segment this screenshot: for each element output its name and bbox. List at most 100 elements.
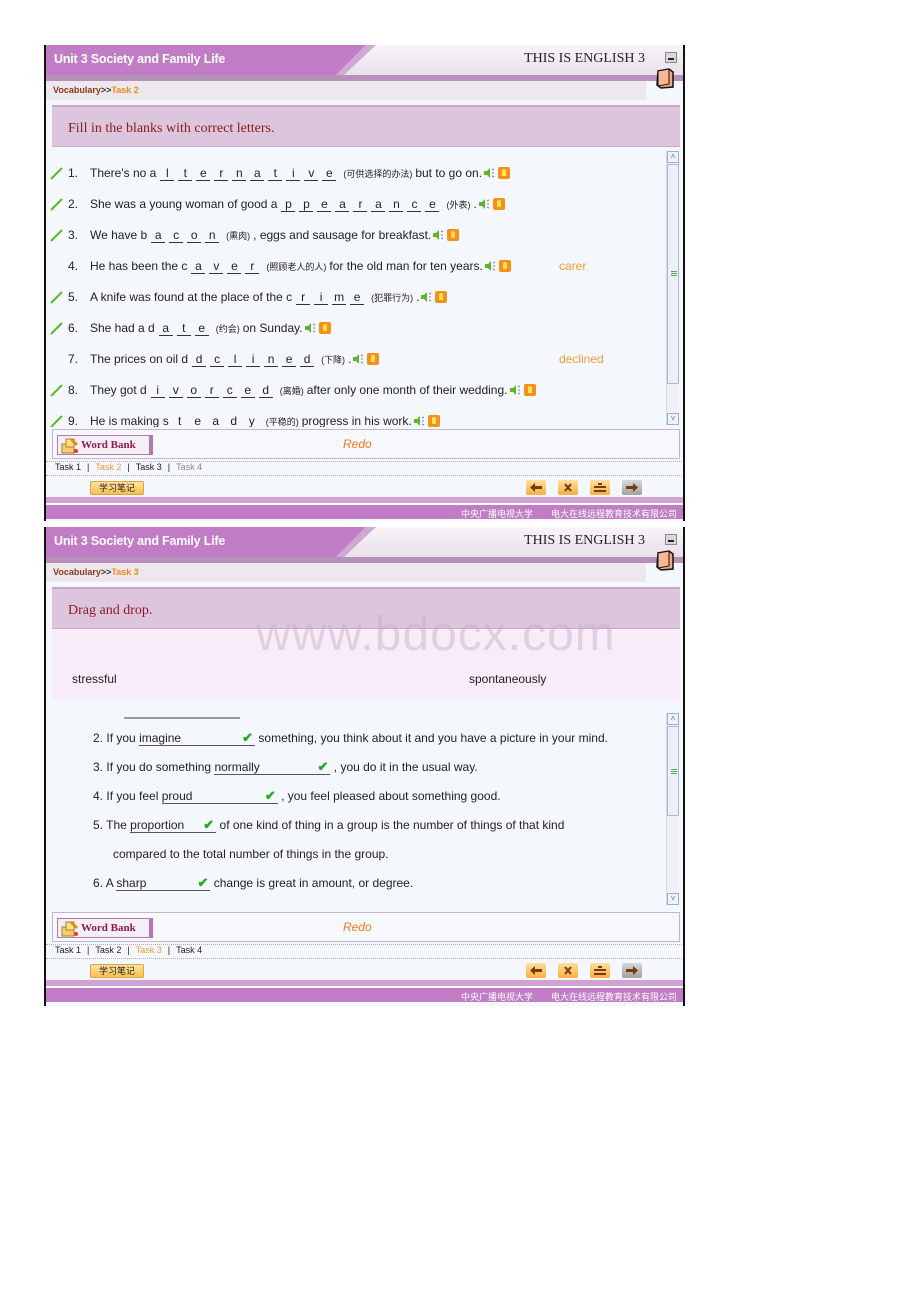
tab-task-2[interactable]: Task 2: [95, 945, 121, 955]
study-notes-button[interactable]: 学习笔记: [90, 964, 144, 978]
letter-blank[interactable]: o: [187, 228, 202, 243]
drop-slot[interactable]: proportion ✔: [130, 817, 217, 833]
hint-key-icon[interactable]: [318, 322, 331, 334]
letter-blank[interactable]: v: [209, 259, 224, 274]
letter-blank[interactable]: n: [205, 228, 220, 243]
letter-blank[interactable]: n: [389, 197, 404, 212]
letter-blank[interactable]: t: [268, 166, 283, 181]
letter-blank[interactable]: e: [317, 197, 332, 212]
tab-task-4[interactable]: Task 4: [176, 945, 202, 955]
letter-blank[interactable]: a: [158, 321, 173, 336]
hint-key-icon[interactable]: [427, 415, 440, 427]
redo-button[interactable]: Redo: [343, 437, 372, 451]
letter-blank[interactable]: a: [191, 259, 206, 274]
letter-blank[interactable]: n: [264, 352, 279, 367]
letter-blank[interactable]: e: [425, 197, 440, 212]
letter-blank[interactable]: m: [332, 290, 347, 305]
tab-task-1[interactable]: Task 1: [55, 462, 81, 472]
letter-blank[interactable]: t: [176, 321, 191, 336]
hint-key-icon[interactable]: [435, 291, 448, 303]
tab-task-3[interactable]: Task 3: [136, 462, 162, 472]
tab-task-1[interactable]: Task 1: [55, 945, 81, 955]
menu-button[interactable]: [590, 963, 610, 978]
letter-blank[interactable]: p: [281, 197, 296, 212]
scroll-up-button[interactable]: ˄: [667, 713, 679, 725]
speaker-icon[interactable]: [352, 353, 364, 365]
letter-blank[interactable]: e: [194, 321, 209, 336]
close-button[interactable]: [558, 480, 578, 495]
word-bank-button[interactable]: Word Bank: [57, 918, 153, 938]
draggable-word[interactable]: spontaneously: [469, 672, 546, 686]
letter-blank[interactable]: e: [282, 352, 297, 367]
letter-blank[interactable]: v: [304, 166, 319, 181]
scroll-thumb[interactable]: [667, 726, 679, 816]
next-button[interactable]: [622, 963, 642, 978]
letter-blank[interactable]: a: [209, 414, 223, 428]
letter-blank[interactable]: e: [350, 290, 365, 305]
redo-button[interactable]: Redo: [343, 920, 372, 934]
letter-blank[interactable]: e: [191, 414, 205, 428]
letter-blank[interactable]: e: [240, 383, 255, 398]
letter-blank[interactable]: i: [246, 352, 261, 367]
previous-button[interactable]: [526, 963, 546, 978]
drop-slot[interactable]: sharp ✔: [116, 875, 211, 891]
letter-blank[interactable]: o: [186, 383, 201, 398]
hint-key-icon[interactable]: [492, 198, 505, 210]
speaker-icon[interactable]: [483, 167, 495, 179]
vertical-scrollbar[interactable]: ˄ ˅: [666, 713, 679, 905]
letter-blank[interactable]: r: [296, 290, 311, 305]
word-bank-button[interactable]: Word Bank: [57, 435, 153, 455]
scroll-down-button[interactable]: ˅: [667, 413, 679, 425]
letter-blank[interactable]: c: [169, 228, 184, 243]
breadcrumb-section[interactable]: Vocabulary: [53, 85, 101, 95]
study-notes-button[interactable]: 学习笔记: [90, 481, 144, 495]
letter-blank[interactable]: v: [168, 383, 183, 398]
speaker-icon[interactable]: [432, 229, 444, 241]
letter-blank[interactable]: r: [245, 259, 260, 274]
letter-blank[interactable]: r: [353, 197, 368, 212]
letter-blank[interactable]: a: [371, 197, 386, 212]
letter-blank[interactable]: a: [335, 197, 350, 212]
letter-blank[interactable]: i: [150, 383, 165, 398]
letter-blank[interactable]: a: [250, 166, 265, 181]
letter-blank[interactable]: e: [322, 166, 337, 181]
menu-button[interactable]: [590, 480, 610, 495]
tab-task-2[interactable]: Task 2: [95, 462, 121, 472]
letter-blank[interactable]: c: [210, 352, 225, 367]
letter-blank[interactable]: t: [178, 166, 193, 181]
drop-slot[interactable]: normally ✔: [214, 759, 331, 775]
letter-blank[interactable]: d: [300, 352, 315, 367]
draggable-word[interactable]: stressful: [72, 672, 117, 686]
scroll-down-button[interactable]: ˅: [667, 893, 679, 905]
speaker-icon[interactable]: [420, 291, 432, 303]
next-button[interactable]: [622, 480, 642, 495]
speaker-icon[interactable]: [478, 198, 490, 210]
letter-blank[interactable]: t: [173, 414, 187, 428]
letter-blank[interactable]: i: [286, 166, 301, 181]
letter-blank[interactable]: r: [204, 383, 219, 398]
close-button[interactable]: [558, 963, 578, 978]
letter-blank[interactable]: i: [314, 290, 329, 305]
minimize-button[interactable]: [665, 52, 677, 63]
speaker-icon[interactable]: [484, 260, 496, 272]
letter-blank[interactable]: c: [407, 197, 422, 212]
folder-icon[interactable]: [655, 67, 675, 89]
hint-key-icon[interactable]: [367, 353, 380, 365]
drop-slot[interactable]: proud ✔: [161, 788, 278, 804]
hint-key-icon[interactable]: [447, 229, 460, 241]
minimize-button[interactable]: [665, 534, 677, 545]
scroll-up-button[interactable]: ˄: [667, 151, 679, 163]
letter-blank[interactable]: n: [232, 166, 247, 181]
speaker-icon[interactable]: [509, 384, 521, 396]
letter-blank[interactable]: e: [196, 166, 211, 181]
hint-key-icon[interactable]: [498, 260, 511, 272]
letter-blank[interactable]: d: [192, 352, 207, 367]
previous-button[interactable]: [526, 480, 546, 495]
scroll-thumb[interactable]: [667, 164, 679, 384]
letter-blank[interactable]: l: [228, 352, 243, 367]
letter-blank[interactable]: d: [227, 414, 241, 428]
letter-blank[interactable]: l: [160, 166, 175, 181]
hint-key-icon[interactable]: [498, 167, 511, 179]
tab-task-4[interactable]: Task 4: [176, 462, 202, 472]
speaker-icon[interactable]: [304, 322, 316, 334]
